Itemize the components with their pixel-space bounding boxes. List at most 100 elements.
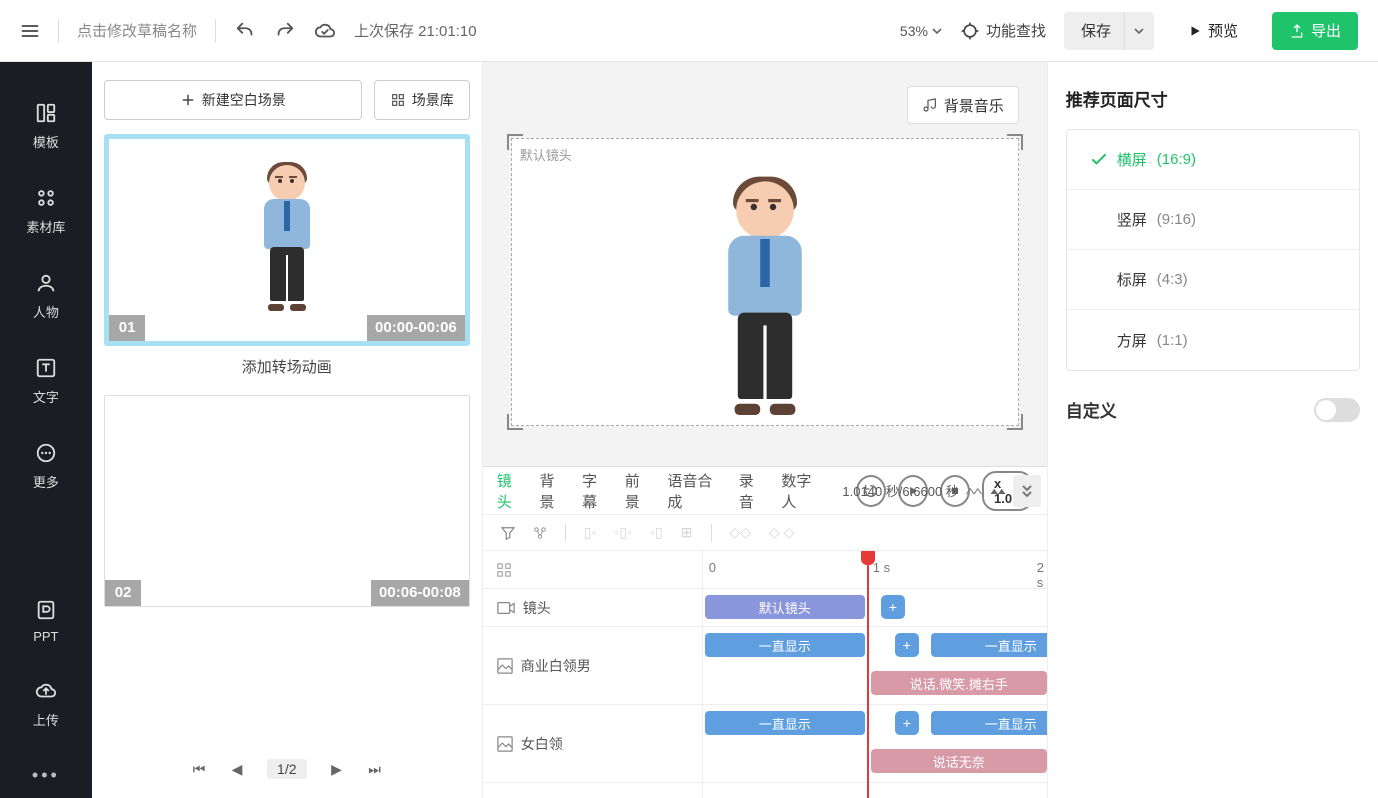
draft-name-input[interactable]: 点击修改草稿名称 [77, 20, 197, 41]
add-transition-button[interactable]: 添加转场动画 [104, 356, 470, 377]
sidebar-label: 模板 [33, 132, 59, 151]
track-label-char1[interactable]: 商业白领男 [483, 627, 702, 705]
export-button[interactable]: 导出 [1272, 12, 1358, 50]
align-center-icon: ◦▯◦ [614, 524, 632, 541]
ratio-value: (4:3) [1157, 271, 1188, 288]
clip-action[interactable]: 说话无奈 [871, 749, 1047, 773]
divider [58, 19, 59, 43]
timeline-tab-bg[interactable]: 背景 [539, 470, 568, 512]
plus-icon [180, 92, 196, 108]
track-char2[interactable]: 一直显示 + 一直显示 说话无奈 [703, 705, 1047, 783]
new-blank-scene-button[interactable]: 新建空白场景 [104, 80, 362, 120]
grid-icon[interactable] [497, 563, 511, 577]
aspect-ratio-option[interactable]: 横屏 (16:9) [1067, 130, 1359, 190]
target-icon [960, 21, 980, 41]
scene-library-button[interactable]: 场景库 [374, 80, 470, 120]
save-button[interactable]: 保存 [1064, 12, 1128, 50]
chevron-down-icon [932, 28, 942, 34]
timeline-tab-record[interactable]: 录音 [739, 470, 768, 512]
play-icon [1188, 24, 1202, 38]
camera-icon [497, 601, 515, 615]
divider [215, 19, 216, 43]
timeline-tracks[interactable]: 0 1 s 2 s 3 s 4 s 默认镜头 + 一直显示 + 一直显示 [703, 551, 1047, 798]
undo-icon[interactable] [234, 20, 256, 42]
pager-last-icon[interactable]: ⏭ [367, 761, 383, 778]
distribute-icon: ⊞ [681, 524, 693, 541]
track-shot[interactable]: 默认镜头 + [703, 589, 1047, 627]
sidebar-overflow[interactable]: ••• [32, 765, 60, 786]
timeline-tab-fg[interactable]: 前景 [625, 470, 654, 512]
zoom-out-icon[interactable] [965, 486, 983, 496]
ratio-label: 竖屏 [1117, 209, 1147, 230]
scene-card[interactable]: 02 00:06-00:08 [104, 395, 470, 607]
custom-size-label: 自定义 [1066, 397, 1117, 422]
character-on-canvas[interactable] [718, 181, 811, 415]
panel-title: 推荐页面尺寸 [1066, 86, 1360, 111]
sidebar-item-upload[interactable]: 上传 [33, 680, 59, 729]
pager-first-icon[interactable]: ⏮ [191, 761, 207, 778]
timeline-tab-subtitle[interactable]: 字幕 [582, 470, 611, 512]
playhead[interactable] [867, 551, 869, 798]
scene-number: 02 [105, 580, 142, 606]
button-label: 新建空白场景 [202, 90, 286, 110]
timeline-tab-avatar[interactable]: 数字人 [781, 470, 824, 512]
clip-display[interactable]: 一直显示 [705, 633, 865, 657]
aspect-ratio-option[interactable]: 标屏 (4:3) [1067, 250, 1359, 310]
add-clip-button[interactable]: + [895, 711, 919, 735]
filter-icon[interactable] [501, 526, 515, 540]
hierarchy-icon[interactable] [533, 526, 547, 540]
track-char1[interactable]: 一直显示 + 一直显示 说话.微笑.摊右手 [703, 627, 1047, 705]
clip-display[interactable]: 一直显示 [705, 711, 865, 735]
music-icon [922, 97, 938, 113]
sidebar-item-characters[interactable]: 人物 [33, 272, 59, 321]
sidebar-item-more[interactable]: 更多 [33, 442, 59, 491]
canvas-frame[interactable]: 默认镜头 [511, 138, 1019, 426]
add-clip-button[interactable]: + [895, 633, 919, 657]
grid-icon [390, 92, 406, 108]
aspect-ratio-option[interactable]: 方屏 (1:1) [1067, 310, 1359, 370]
double-chevron-down-icon [1021, 484, 1033, 498]
menu-icon[interactable] [20, 21, 40, 41]
sidebar-item-text[interactable]: 文字 [33, 357, 59, 406]
ratio-value: (1:1) [1157, 332, 1188, 349]
timeline-ruler[interactable]: 0 1 s 2 s 3 s 4 s [703, 551, 1047, 589]
sidebar-item-ppt[interactable]: PPT [33, 599, 58, 644]
template-icon [35, 102, 57, 124]
timeline-tab-tts[interactable]: 语音合成 [667, 470, 724, 512]
image-icon [497, 658, 513, 674]
sidebar-label: 素材库 [26, 217, 65, 236]
clip-action[interactable]: 说话.微笑.摊右手 [871, 671, 1047, 695]
clip-display[interactable]: 一直显示 [931, 711, 1047, 735]
add-clip-button[interactable]: + [881, 595, 905, 619]
character-thumbnail [258, 165, 316, 311]
canvas-stage: 背景音乐 默认镜头 [483, 62, 1047, 466]
pager-prev-icon[interactable]: ◀ [229, 761, 245, 778]
pager-next-icon[interactable]: ▶ [329, 761, 345, 778]
timeline-tab-shot[interactable]: 镜头 [497, 470, 526, 512]
text-icon [35, 357, 57, 379]
sidebar-label: 人物 [33, 302, 59, 321]
sidebar-item-template[interactable]: 模板 [33, 102, 59, 151]
custom-size-toggle[interactable] [1314, 398, 1360, 422]
track-label: 商业白领男 [521, 656, 591, 676]
track-label-shot[interactable]: 镜头 [483, 589, 702, 627]
preview-button[interactable]: 预览 [1172, 12, 1254, 50]
clip-display[interactable]: 一直显示 [931, 633, 1047, 657]
clip-shot[interactable]: 默认镜头 [705, 595, 865, 619]
sidebar-label: PPT [33, 629, 58, 644]
sidebar-item-library[interactable]: 素材库 [26, 187, 65, 236]
ratio-label: 标屏 [1117, 269, 1147, 290]
save-dropdown[interactable] [1124, 12, 1154, 50]
person-icon [35, 272, 57, 294]
function-search[interactable]: 功能查找 [960, 20, 1046, 41]
cloud-sync-icon[interactable] [314, 20, 336, 42]
ruler-tick: 1 s [873, 560, 890, 575]
scene-card[interactable]: 01 00:00-00:06 [104, 134, 470, 346]
track-label-char2[interactable]: 女白领 [483, 705, 702, 783]
bgm-button[interactable]: 背景音乐 [907, 86, 1019, 124]
zoom-level[interactable]: 53% [900, 23, 942, 39]
zoom-in-icon[interactable] [989, 486, 1007, 496]
redo-icon[interactable] [274, 20, 296, 42]
timeline-expand-button[interactable] [1013, 475, 1041, 507]
aspect-ratio-option[interactable]: 竖屏 (9:16) [1067, 190, 1359, 250]
